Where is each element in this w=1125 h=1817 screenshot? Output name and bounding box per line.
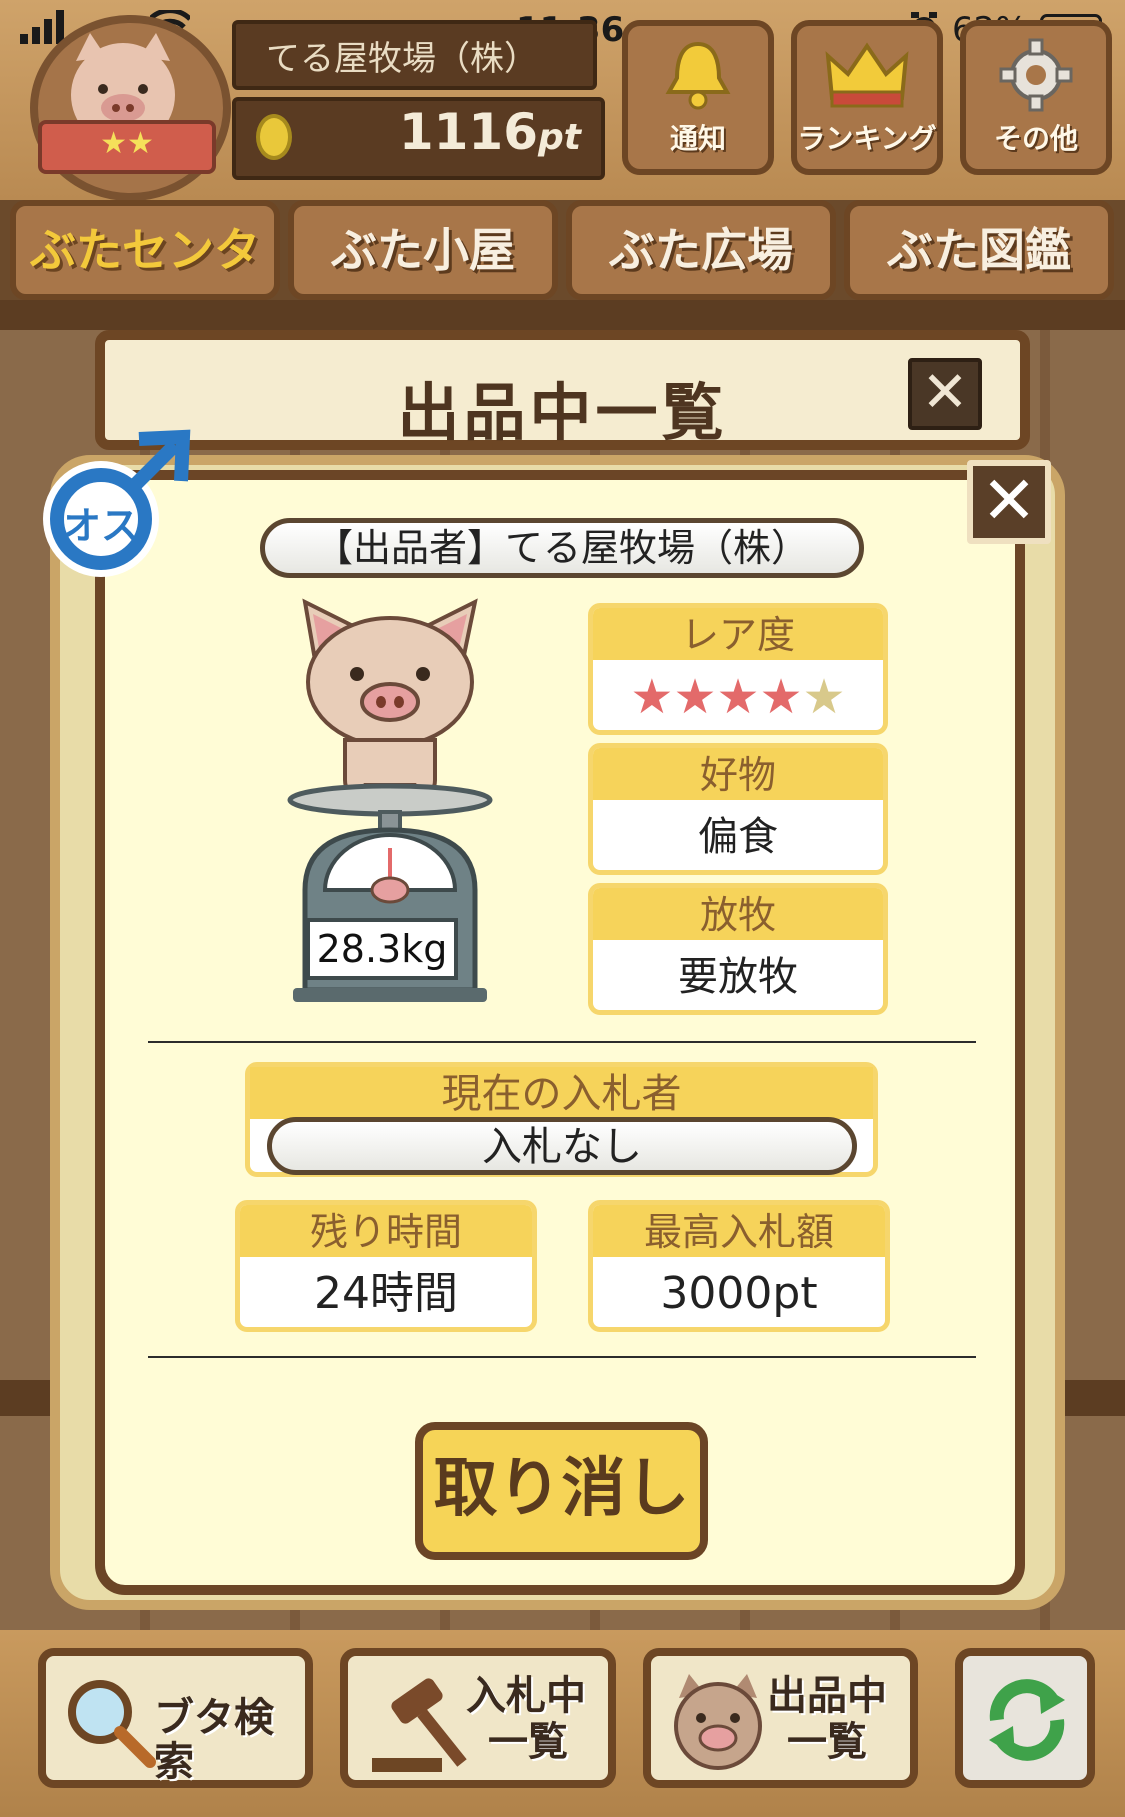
cancel-listing-button[interactable]: 取り消し: [415, 1422, 708, 1560]
tab-buta-center[interactable]: ぶたセンター: [10, 200, 280, 365]
points-display: 1116pt: [399, 103, 581, 161]
listing-list-label-2: 一覧: [787, 1719, 867, 1765]
pig-search-button[interactable]: ブタ検索: [38, 1648, 313, 1788]
male-gender-icon: オス: [35, 425, 191, 577]
rank-stars-icon: ★★: [100, 126, 154, 161]
star-filled-icon: ★: [716, 669, 760, 725]
divider: [148, 1356, 976, 1358]
remaining-time-label: 残り時間: [240, 1205, 532, 1257]
current-bidder-card: 現在の入札者 入札なし: [245, 1062, 878, 1177]
rarity-card: レア度 ★★★★★: [588, 603, 888, 735]
settings-button[interactable]: その他: [960, 20, 1112, 175]
favorite-food-card: 好物 偏食: [588, 743, 888, 875]
bidding-list-label-2: 一覧: [488, 1719, 568, 1765]
points-value: 1116: [398, 103, 539, 161]
highest-bid-value: 3000pt: [660, 1268, 818, 1319]
farm-name: てる屋牧場（株）: [232, 20, 597, 90]
points-unit: pt: [538, 117, 581, 158]
notification-button[interactable]: 通知: [622, 20, 774, 175]
pig-search-label: ブタ検索: [154, 1695, 274, 1785]
refresh-icon: [977, 1670, 1077, 1787]
dialog-close-button[interactable]: ✕: [967, 460, 1051, 544]
coin-icon: [256, 114, 292, 160]
panel-close-button[interactable]: ✕: [908, 358, 982, 430]
grazing-label: 放牧: [593, 888, 883, 940]
ranking-button[interactable]: ランキング: [791, 20, 943, 175]
notification-label: 通知: [669, 122, 726, 155]
divider: [148, 1041, 976, 1043]
grazing-card: 放牧 要放牧: [588, 883, 888, 1015]
pig-face-icon: [663, 1668, 773, 1795]
rarity-stars: ★★★★★: [593, 660, 883, 730]
star-filled-icon: ★: [630, 669, 674, 725]
listing-panel-title: 出品中一覧: [397, 376, 728, 449]
remaining-time-value: 24時間: [314, 1268, 458, 1319]
barn-beam: [0, 300, 1125, 330]
favorite-food-label: 好物: [593, 748, 883, 800]
weight-display: 28.3kg: [306, 918, 458, 980]
highest-bid-label: 最高入札額: [593, 1205, 885, 1257]
current-bidder-value: 入札なし: [267, 1117, 857, 1175]
highest-bid-card: 最高入札額 3000pt: [588, 1200, 890, 1332]
gavel-icon: [362, 1668, 472, 1795]
listing-list-button[interactable]: 出品中 一覧: [643, 1648, 918, 1788]
star-filled-icon: ★: [759, 669, 803, 725]
favorite-food-value: 偏食: [698, 814, 778, 860]
bell-icon: [628, 38, 768, 128]
tab-buta-encyclopedia[interactable]: ぶた図鑑: [844, 200, 1114, 300]
gender-label: オス: [62, 504, 139, 548]
gear-icon: [966, 38, 1106, 128]
rank-ribbon: ★★: [38, 120, 216, 174]
star-filled-icon: ★: [673, 669, 717, 725]
grazing-value: 要放牧: [678, 954, 798, 1000]
points-plate: 1116pt: [232, 97, 605, 180]
current-bidder-label: 現在の入札者: [250, 1067, 873, 1119]
tab-buta-hut[interactable]: ぶた小屋: [288, 200, 558, 300]
listing-panel-header: 出品中一覧 ✕: [95, 330, 1030, 450]
tab-buta-plaza[interactable]: ぶた広場: [566, 200, 836, 300]
settings-label: その他: [993, 122, 1078, 155]
magnifier-icon: [60, 1672, 160, 1789]
bidding-list-label-1: 入札中: [466, 1673, 586, 1719]
refresh-button[interactable]: [955, 1648, 1095, 1788]
rarity-label: レア度: [593, 608, 883, 660]
star-empty-icon: ★: [802, 669, 846, 725]
crown-icon: [797, 38, 937, 128]
ranking-label: ランキング: [797, 122, 937, 155]
remaining-time-card: 残り時間 24時間: [235, 1200, 537, 1332]
bidding-list-button[interactable]: 入札中 一覧: [340, 1648, 616, 1788]
seller-label: 【出品者】てる屋牧場（株）: [260, 518, 864, 578]
listing-list-label-1: 出品中: [767, 1673, 887, 1719]
